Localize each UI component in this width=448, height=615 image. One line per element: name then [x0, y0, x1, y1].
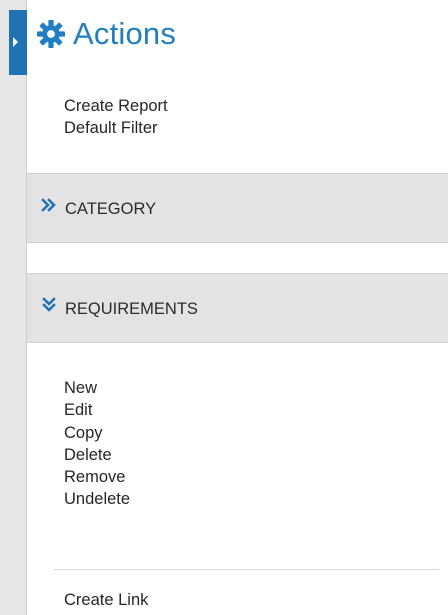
- default-filter-link[interactable]: Default Filter: [64, 117, 168, 139]
- new-requirement-link[interactable]: New: [64, 377, 130, 399]
- gear-icon: [37, 19, 65, 48]
- create-report-link[interactable]: Create Report: [64, 95, 168, 117]
- requirements-section-label: REQUIREMENTS: [65, 300, 198, 318]
- requirements-divider: [54, 569, 439, 570]
- copy-requirement-link[interactable]: Copy: [64, 422, 130, 444]
- undelete-requirement-link[interactable]: Undelete: [64, 488, 130, 510]
- category-section-label: CATEGORY: [65, 200, 157, 218]
- edit-requirement-link[interactable]: Edit: [64, 399, 130, 421]
- actions-panel: Actions Create Report Default Filter CAT…: [27, 0, 448, 615]
- category-section-header[interactable]: CATEGORY: [27, 173, 448, 243]
- create-link-link[interactable]: Create Link: [64, 589, 148, 611]
- create-link-list: Create Link: [64, 589, 148, 611]
- requirements-section-header[interactable]: REQUIREMENTS: [27, 273, 448, 343]
- actions-list: Create Report Default Filter: [64, 95, 168, 140]
- double-chevron-right-icon: [41, 198, 56, 212]
- panel-title: Actions: [73, 16, 177, 51]
- actions-panel-frame: Actions Create Report Default Filter CAT…: [0, 0, 448, 615]
- remove-requirement-link[interactable]: Remove: [64, 466, 130, 488]
- double-chevron-down-icon: [42, 297, 56, 312]
- requirements-list: New Edit Copy Delete Remove Undelete: [64, 377, 130, 511]
- collapse-arrow-icon: [13, 37, 18, 47]
- delete-requirement-link[interactable]: Delete: [64, 444, 130, 466]
- collapse-panel-tab[interactable]: [9, 10, 27, 75]
- left-rail: [0, 0, 27, 615]
- panel-header: Actions: [37, 18, 176, 49]
